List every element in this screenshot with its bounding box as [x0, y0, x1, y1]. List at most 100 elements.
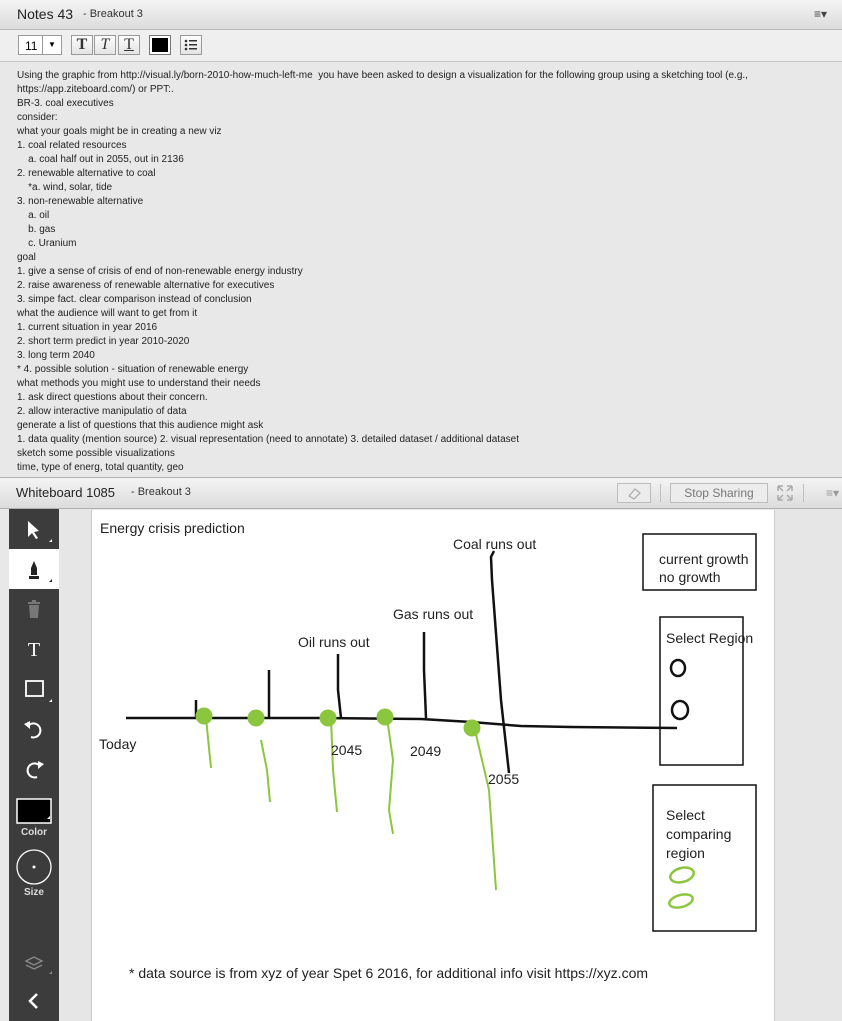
oil-label: Oil runs out	[298, 634, 370, 650]
whiteboard-canvas[interactable]: Energy crisis prediction Today Oil runs …	[91, 510, 775, 1021]
notes-line: 1. current situation in year 2016	[17, 322, 158, 333]
gas-label: Gas runs out	[393, 606, 474, 622]
size-label: Size	[23, 887, 44, 898]
color-swatch	[152, 38, 168, 52]
pointer-icon	[28, 521, 52, 542]
sketch-title: Energy crisis prediction	[100, 520, 245, 536]
notes-line: BR-3. coal executives	[17, 98, 114, 109]
select-region-label: Select Region	[666, 630, 754, 646]
coal-label: Coal runs out	[453, 536, 537, 552]
chevron-down-icon[interactable]: ▼	[42, 36, 61, 54]
bold-button[interactable]: T	[71, 35, 93, 55]
notes-line: c. Uranium	[17, 238, 77, 249]
compare-label-line2: comparing	[666, 826, 732, 842]
underline-button[interactable]: T	[118, 35, 140, 55]
bullet-list-icon	[184, 39, 197, 51]
font-size-value: 11	[25, 39, 38, 53]
pen-tool[interactable]	[9, 549, 59, 589]
whiteboard-menu-icon[interactable]: ≡▾	[826, 486, 839, 500]
notes-editor[interactable]: Using the graphic from http://visual.ly/…	[0, 62, 842, 477]
notes-line: a. oil	[17, 210, 50, 221]
notes-line: 2. allow interactive manipulatio of data	[17, 406, 187, 417]
svg-text:T: T	[28, 639, 40, 661]
notes-line: Using the graphic from http://visual.ly/…	[17, 70, 748, 81]
select-tool[interactable]	[9, 509, 59, 549]
italic-button[interactable]: T	[94, 35, 116, 55]
notes-line: 1. coal related resources	[17, 140, 127, 151]
bullet-list-button[interactable]	[180, 35, 202, 55]
notes-line: b. gas	[17, 224, 56, 235]
compare-radio-icon	[668, 893, 694, 909]
notes-line: generate a list of questions that this a…	[17, 420, 264, 431]
undo-tool[interactable]	[9, 709, 59, 749]
notes-line: 3. non-renewable alternative	[17, 196, 144, 207]
text-color-button[interactable]	[149, 35, 171, 55]
notes-line: what the audience will want to get from …	[17, 308, 198, 319]
trash-icon	[28, 600, 40, 618]
notes-toolbar: 11 ▼ T T T	[0, 30, 842, 62]
color-label: Color	[20, 827, 48, 838]
notes-title: Notes 43	[17, 6, 74, 22]
notes-line: what your goals might be in creating a n…	[17, 126, 222, 137]
redo-tool[interactable]	[9, 749, 59, 789]
notes-line: sketch some possible visualizations	[17, 448, 175, 459]
notes-line: 1. ask direct questions about their conc…	[17, 392, 208, 403]
clear-page-button[interactable]	[617, 483, 651, 503]
brush-size-icon	[16, 849, 52, 885]
color-swatch-icon	[16, 798, 52, 824]
notes-line: consider:	[17, 112, 58, 123]
notes-titlebar: Notes 43 - Breakout 3 ≡▾	[0, 0, 842, 30]
notes-line: *a. wind, solar, tide	[17, 182, 113, 193]
divider	[660, 484, 661, 502]
notes-line: 2. raise awareness of renewable alternat…	[17, 280, 275, 291]
chevron-left-icon	[28, 993, 38, 1009]
coal-marker-line	[489, 550, 511, 774]
oil-marker-line	[336, 654, 343, 719]
notes-line: goal	[17, 252, 36, 263]
list-menu-icon[interactable]: ≡▾	[814, 7, 827, 21]
year-2049-label: 2049	[410, 743, 442, 759]
compare-radio-icon	[669, 866, 695, 884]
growth-option-current: current growth	[659, 551, 749, 567]
region-radio-icon	[669, 658, 687, 678]
left-gutter	[0, 509, 9, 1021]
compare-label-line1: Select	[666, 807, 705, 823]
year-2045-label: 2045	[331, 742, 363, 758]
notes-line: 2. short term predict in year 2010-2020	[17, 336, 190, 347]
layers-icon	[24, 956, 52, 974]
notes-line: 2. renewable alternative to coal	[17, 168, 156, 179]
whiteboard-title: Whiteboard 1085	[16, 485, 116, 500]
notes-line: 3. simpe fact. clear comparison instead …	[17, 294, 252, 305]
notes-subtitle: - Breakout 3	[83, 8, 143, 20]
region-radio-icon	[670, 699, 690, 721]
compare-label-line3: region	[666, 845, 705, 861]
notes-line: 1. data quality (mention source) 2. visu…	[17, 434, 519, 445]
delete-tool[interactable]	[9, 589, 59, 629]
notes-line: time, type of energ, total quantity, geo	[17, 462, 184, 473]
today-label: Today	[99, 736, 137, 752]
whiteboard-titlebar: Whiteboard 1085 - Breakout 3 Stop Sharin…	[0, 477, 842, 509]
notes-line: https://app.ziteboard.com/) or PPT:.	[17, 84, 174, 95]
stop-sharing-button[interactable]: Stop Sharing	[670, 483, 768, 503]
whiteboard-subtitle: - Breakout 3	[131, 486, 191, 498]
collapse-toolbar-button[interactable]	[9, 981, 59, 1021]
fullscreen-button[interactable]	[775, 483, 795, 503]
redo-icon	[26, 761, 44, 779]
text-tool[interactable]: T	[9, 629, 59, 669]
notes-line: * 4. possible solution - situation of re…	[17, 364, 249, 375]
sketch-drawing	[126, 533, 757, 932]
expand-icon	[777, 485, 793, 501]
green-markers	[195, 707, 497, 891]
pen-icon	[29, 561, 52, 582]
font-size-select[interactable]: 11 ▼	[18, 35, 62, 55]
shape-tool[interactable]	[9, 669, 59, 709]
divider	[803, 484, 804, 502]
notes-line: 1. give a sense of crisis of end of non-…	[17, 266, 303, 277]
layers-tool[interactable]	[9, 941, 59, 981]
eraser-icon	[628, 488, 641, 500]
notes-line: what methods you might use to understand…	[17, 378, 261, 389]
text-icon: T	[28, 639, 40, 661]
size-picker[interactable]	[9, 847, 59, 891]
whiteboard-toolbar: T Color Size	[9, 509, 59, 1021]
notes-content[interactable]: Using the graphic from http://visual.ly/…	[17, 69, 832, 475]
